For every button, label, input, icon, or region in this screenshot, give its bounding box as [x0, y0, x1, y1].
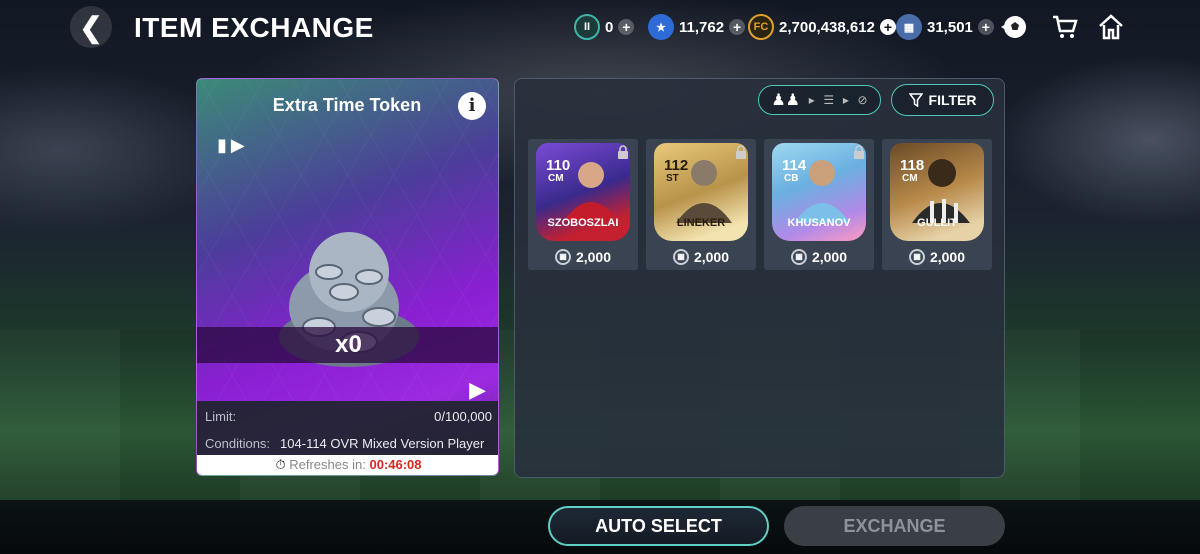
info-icon[interactable]: i [458, 92, 486, 120]
cart-icon[interactable] [1050, 12, 1080, 42]
play-icon: ▮▶ [217, 135, 249, 155]
currency-energy-value: 11,762 [679, 18, 725, 36]
players-icon: ♟♟ [771, 92, 801, 109]
chevron-left-icon: ❮ [79, 11, 103, 43]
exchange-button[interactable]: EXCHANGE [784, 506, 1005, 546]
item-info: Limit: 0/100,000 Conditions: 104-114 OVR… [197, 401, 498, 459]
refresh-timer: ⏱ Refreshes in: 00:46:08 [197, 455, 498, 475]
player-position: CB [784, 173, 799, 184]
currency-token[interactable]: II 0 + [574, 14, 635, 40]
player-name: SZOBOSZLAI [547, 217, 619, 229]
energy-icon: ★ [648, 14, 674, 40]
limit-value: 0/100,000 [434, 409, 492, 424]
currency-points[interactable]: ▦ 31,501 + [896, 14, 994, 40]
home-icon[interactable] [1096, 12, 1126, 42]
points-icon: ▦ [896, 14, 922, 40]
filter-button[interactable]: FILTER [891, 84, 994, 116]
limit-label: Limit: [205, 409, 237, 424]
exchange-coin-icon: ▦ [790, 249, 807, 265]
player-ovr: 114 [782, 157, 807, 174]
item-quantity: x0 [197, 327, 498, 363]
player-ovr: 110 [546, 157, 571, 174]
exchange-panel: ♟♟ ▸ ☰ ▸ ⊘ FILTER 110 CM SZOBOSZLAI ▦ 2,… [514, 78, 1005, 478]
player-price-value: 2,000 [575, 249, 612, 265]
exchange-coin-icon: ▦ [554, 249, 571, 265]
player-card[interactable]: 112 ST LINEKER ▦ 2,000 [646, 139, 756, 270]
currency-token-value: 0 [605, 18, 614, 36]
add-energy-icon[interactable]: + [729, 19, 746, 35]
exchange-coin-icon: ▦ [908, 249, 925, 265]
lock-icon [852, 145, 866, 159]
coins-stack-icon: ☰ [823, 93, 835, 107]
player-price: ▦ 2,000 [646, 249, 756, 265]
player-position: ST [666, 173, 679, 184]
player-price-value: 2,000 [929, 249, 966, 265]
player-price: ▦ 2,000 [882, 249, 992, 265]
player-card[interactable]: 118 CM GULLIT ▦ 2,000 [882, 139, 992, 270]
currency-coins-value: 2,700,438,612 [779, 18, 875, 36]
player-card[interactable]: 114 CB KHUSANOV ▦ 2,000 [764, 139, 874, 270]
page-title: ITEM EXCHANGE [134, 12, 374, 43]
player-name: KHUSANOV [787, 217, 851, 229]
exchange-coin-icon: ▦ [672, 249, 689, 265]
filter-label: FILTER [928, 92, 977, 108]
player-portrait: 118 CM GULLIT [890, 143, 984, 241]
stopwatch-icon: ⏱ [275, 457, 286, 472]
player-name: GULLIT [917, 217, 957, 229]
add-token-icon[interactable]: + [618, 19, 635, 35]
auto-select-button[interactable]: AUTO SELECT [548, 506, 769, 546]
player-ovr: 118 [900, 157, 925, 174]
token-icon: II [574, 14, 600, 40]
currency-coins[interactable]: FC 2,700,438,612 + [748, 14, 896, 40]
player-card[interactable]: 110 CM SZOBOSZLAI ▦ 2,000 [528, 139, 638, 270]
refresh-label: Refreshes in: [289, 457, 366, 472]
step-arrow-icon: ▸ [808, 93, 815, 107]
step-arrow-icon: ▸ [842, 93, 849, 107]
coin-icon: FC [748, 14, 774, 40]
conditions-value: 104-114 OVR Mixed Version Player [280, 436, 485, 451]
refresh-time: 00:46:08 [369, 457, 422, 472]
lock-icon [616, 145, 630, 159]
player-price: ▦ 2,000 [528, 249, 638, 265]
back-button[interactable]: ❮ [70, 6, 112, 48]
player-price: ▦ 2,000 [764, 249, 874, 265]
player-price-value: 2,000 [811, 249, 848, 265]
ball-icon[interactable] [998, 12, 1028, 42]
item-name: Extra Time Token [272, 95, 422, 115]
player-price-value: 2,000 [693, 249, 730, 265]
player-ovr: 112 [664, 157, 689, 174]
add-coins-icon[interactable]: + [879, 19, 896, 35]
currency-points-value: 31,501 [927, 18, 973, 36]
disabled-icon: ⊘ [857, 93, 868, 107]
player-position: CM [902, 173, 918, 184]
item-card: Extra Time Token i ▮▶ x0 ▶ Limit: 0/100,… [196, 78, 499, 476]
next-arrow-icon[interactable]: ▶ [469, 377, 486, 403]
filter-icon [908, 93, 923, 107]
player-position: CM [548, 173, 564, 184]
lock-icon [734, 145, 748, 159]
add-points-icon[interactable]: + [977, 19, 994, 35]
exchange-steps[interactable]: ♟♟ ▸ ☰ ▸ ⊘ [758, 85, 881, 115]
currency-energy[interactable]: ★ 11,762 + [648, 14, 746, 40]
conditions-label: Conditions: [205, 436, 271, 451]
player-name: LINEKER [676, 217, 726, 229]
